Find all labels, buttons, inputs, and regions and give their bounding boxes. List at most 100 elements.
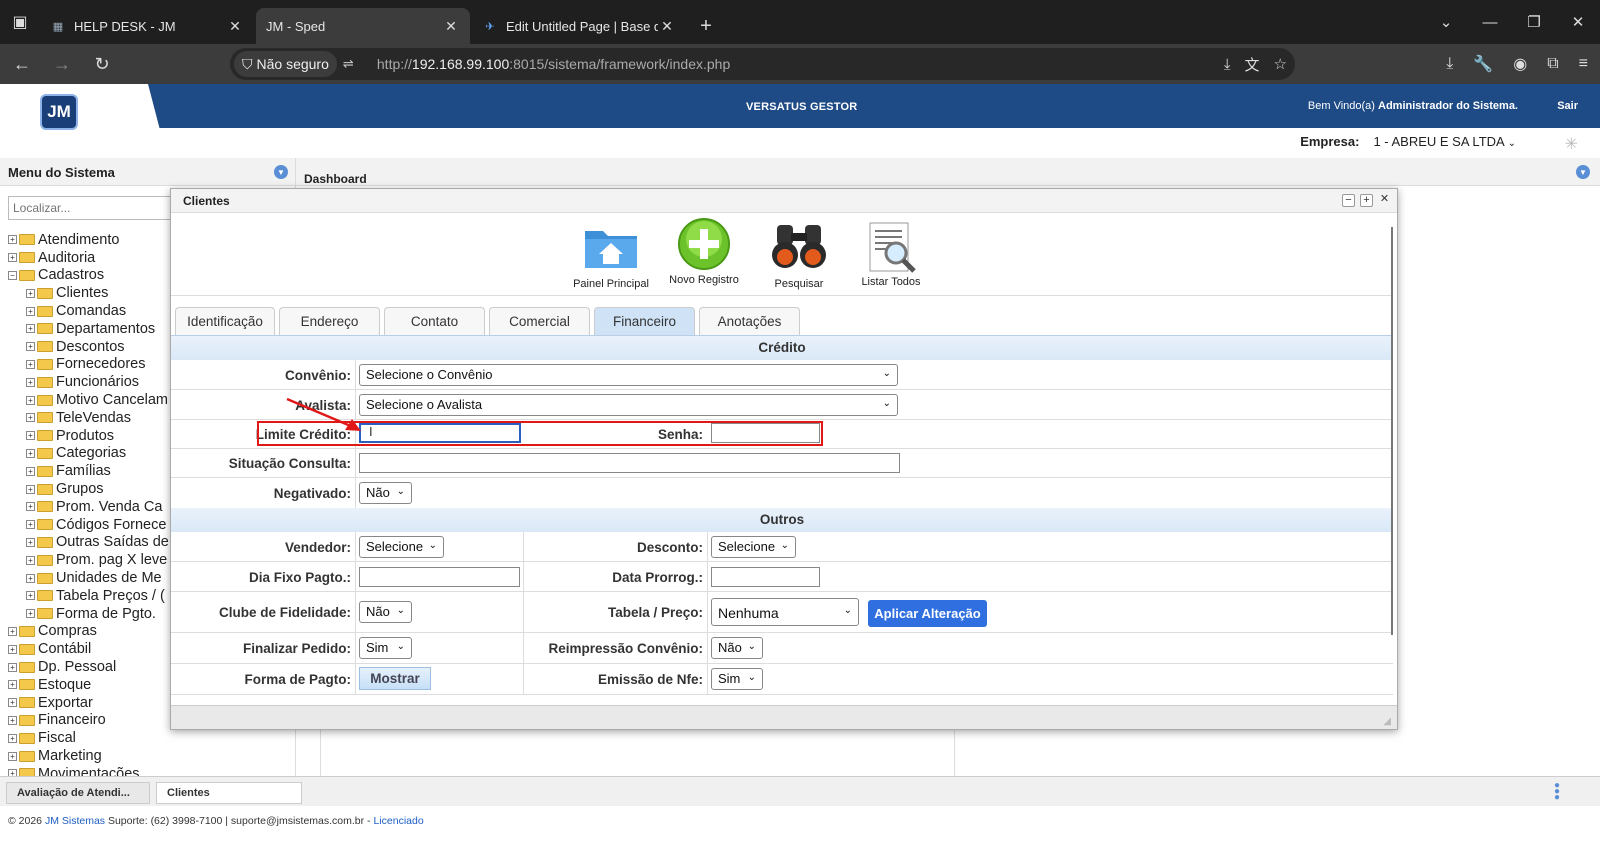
profile-icon[interactable]: ◉ bbox=[1513, 54, 1527, 74]
back-icon[interactable]: ← bbox=[4, 46, 40, 82]
tab-contato[interactable]: Contato bbox=[384, 307, 485, 335]
forward-icon[interactable]: → bbox=[44, 46, 80, 82]
license-link[interactable]: Licenciado bbox=[373, 815, 423, 827]
expand-icon[interactable]: + bbox=[8, 235, 17, 245]
expand-icon[interactable]: + bbox=[26, 359, 35, 369]
minimize-icon[interactable]: — bbox=[1468, 0, 1512, 44]
resize-grip-icon[interactable]: ◢ bbox=[1383, 716, 1391, 727]
tab-identificacao[interactable]: Identificação bbox=[175, 307, 275, 335]
reload-icon[interactable]: ↻ bbox=[84, 46, 120, 82]
expand-icon[interactable]: + bbox=[26, 342, 35, 352]
convenio-select[interactable]: Selecione o Convênio ⌄ bbox=[359, 364, 898, 386]
more-options-icon[interactable]: ● ● ● bbox=[1554, 781, 1560, 803]
expand-icon[interactable]: + bbox=[8, 733, 17, 743]
tab-search-icon[interactable]: ▣ bbox=[0, 0, 40, 44]
menu-item[interactable]: + Exportar bbox=[8, 694, 173, 712]
menu-item[interactable]: + Movimentações bbox=[8, 765, 173, 776]
menu-icon[interactable]: ≡ bbox=[1579, 55, 1588, 73]
menu-item[interactable]: + Financeiro bbox=[8, 712, 173, 730]
logout-link[interactable]: Sair bbox=[1557, 100, 1578, 112]
expand-icon[interactable]: + bbox=[8, 751, 17, 761]
menu-item[interactable]: + Auditoria bbox=[8, 249, 173, 267]
expand-icon[interactable]: + bbox=[26, 413, 35, 423]
close-window-icon[interactable]: ✕ bbox=[1556, 0, 1600, 44]
expand-icon[interactable]: + bbox=[8, 715, 17, 725]
new-tab-icon[interactable]: + bbox=[688, 8, 724, 44]
expand-icon[interactable]: + bbox=[26, 448, 35, 458]
expand-icon[interactable]: + bbox=[26, 377, 35, 387]
expand-icon[interactable]: + bbox=[8, 626, 17, 636]
menu-item[interactable]: + Fornecedores bbox=[8, 356, 173, 374]
browser-tab-helpdesk[interactable]: ▦ HELP DESK - JM ✕ bbox=[40, 8, 254, 44]
avalista-select[interactable]: Selecione o Avalista ⌄ bbox=[359, 394, 898, 416]
menu-item[interactable]: + Marketing bbox=[8, 747, 173, 765]
mostrar-button[interactable]: Mostrar bbox=[359, 667, 431, 690]
tabela-preco-select[interactable]: Nenhuma ⌄ bbox=[711, 598, 859, 626]
clube-fidelidade-select[interactable]: Não ⌄ bbox=[359, 601, 412, 623]
expand-icon[interactable]: + bbox=[26, 555, 35, 565]
collapse-menu-icon[interactable]: ▼ bbox=[274, 165, 288, 179]
listar-todos-button[interactable]: Listar Todos bbox=[851, 221, 931, 288]
window-scrollbar[interactable] bbox=[1391, 227, 1393, 635]
expand-icon[interactable]: + bbox=[8, 662, 17, 672]
menu-item[interactable]: + Comandas bbox=[8, 302, 173, 320]
menu-item[interactable]: + Prom. pag X leve bbox=[8, 551, 173, 569]
install-icon[interactable]: ⤓ bbox=[1224, 56, 1231, 73]
menu-item[interactable]: + Funcionários bbox=[8, 373, 173, 391]
painel-principal-button[interactable]: Painel Principal bbox=[571, 219, 651, 290]
negativado-select[interactable]: Não ⌄ bbox=[359, 482, 412, 504]
aplicar-alteracao-button[interactable]: Aplicar Alteração bbox=[868, 600, 987, 627]
expand-icon[interactable]: + bbox=[26, 288, 35, 298]
pesquisar-button[interactable]: Pesquisar bbox=[759, 219, 839, 290]
expand-icon[interactable]: + bbox=[26, 324, 35, 334]
expand-icon[interactable]: + bbox=[26, 431, 35, 441]
menu-item[interactable]: − Cadastros bbox=[8, 267, 173, 285]
expand-icon[interactable]: + bbox=[26, 395, 35, 405]
tab-endereco[interactable]: Endereço bbox=[279, 307, 380, 335]
expand-icon[interactable]: + bbox=[8, 680, 17, 690]
minimize-window-icon[interactable]: − bbox=[1342, 194, 1355, 207]
menu-item[interactable]: + Fiscal bbox=[8, 729, 173, 747]
menu-item[interactable]: + Forma de Pgto. bbox=[8, 605, 173, 623]
menu-item[interactable]: + Unidades de Me bbox=[8, 569, 173, 587]
menu-item[interactable]: + Clientes bbox=[8, 284, 173, 302]
maximize-window-icon[interactable]: + bbox=[1360, 194, 1373, 207]
expand-icon[interactable]: + bbox=[26, 609, 35, 619]
menu-item[interactable]: + Tabela Preços / ( bbox=[8, 587, 173, 605]
close-tab-icon[interactable]: ✕ bbox=[658, 18, 676, 35]
expand-icon[interactable]: − bbox=[8, 270, 17, 280]
restore-icon[interactable]: ❐ bbox=[1512, 0, 1556, 44]
menu-item[interactable]: + TeleVendas bbox=[8, 409, 173, 427]
wrench-icon[interactable]: 🔧 bbox=[1473, 54, 1493, 74]
expand-icon[interactable]: + bbox=[8, 253, 17, 263]
expand-icon[interactable]: + bbox=[26, 484, 35, 494]
menu-item[interactable]: + Outras Saídas de bbox=[8, 534, 173, 552]
menu-item[interactable]: + Compras bbox=[8, 623, 173, 641]
desconto-select[interactable]: Selecione ⌄ bbox=[711, 536, 796, 558]
emissao-nfe-select[interactable]: Sim ⌄ bbox=[711, 668, 763, 690]
expand-icon[interactable]: + bbox=[26, 520, 35, 530]
menu-search-input[interactable] bbox=[8, 196, 178, 220]
expand-icon[interactable]: + bbox=[8, 698, 17, 708]
menu-item[interactable]: + Grupos bbox=[8, 480, 173, 498]
menu-item[interactable]: + Motivo Cancelam bbox=[8, 391, 173, 409]
window-titlebar[interactable]: Clientes − + ✕ bbox=[171, 189, 1397, 213]
close-tab-icon[interactable]: ✕ bbox=[442, 18, 460, 35]
reimpressao-convenio-select[interactable]: Não ⌄ bbox=[711, 637, 763, 659]
company-link[interactable]: JM Sistemas bbox=[45, 815, 105, 827]
menu-item[interactable]: + Departamentos bbox=[8, 320, 173, 338]
close-window-icon[interactable]: ✕ bbox=[1378, 194, 1391, 207]
menu-item[interactable]: + Produtos bbox=[8, 427, 173, 445]
close-tab-icon[interactable]: ✕ bbox=[226, 18, 244, 35]
task-avaliacao[interactable]: Avaliação de Atendi... bbox=[6, 782, 150, 804]
translate-icon[interactable]: 文 bbox=[1245, 54, 1260, 75]
tab-anotacoes[interactable]: Anotações bbox=[699, 307, 800, 335]
expand-icon[interactable]: + bbox=[8, 644, 17, 654]
expand-icon[interactable]: + bbox=[8, 769, 17, 776]
data-prorrog-input[interactable] bbox=[711, 567, 820, 587]
tab-comercial[interactable]: Comercial bbox=[489, 307, 590, 335]
extensions-icon[interactable]: ⧉ bbox=[1547, 55, 1558, 73]
site-settings-icon[interactable]: ⇌ bbox=[343, 56, 369, 72]
dia-fixo-input[interactable] bbox=[359, 567, 520, 587]
menu-item[interactable]: + Famílias bbox=[8, 462, 173, 480]
